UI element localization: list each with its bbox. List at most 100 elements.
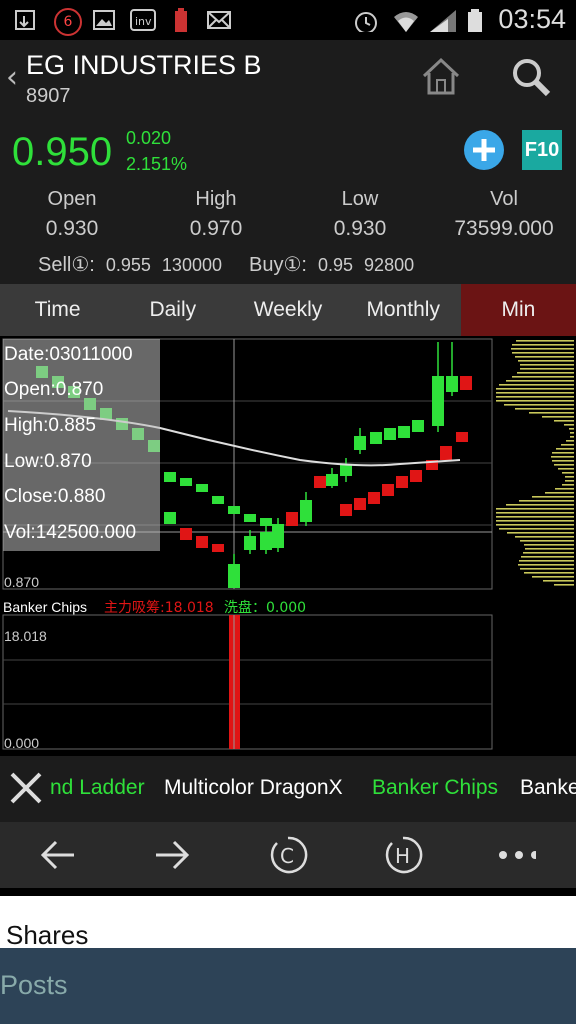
- volume-profile-bar: [570, 436, 574, 438]
- volume-profile-bar: [519, 560, 574, 562]
- volume-profile-bar: [561, 444, 574, 446]
- volume-profile-bar: [532, 576, 574, 578]
- back-icon[interactable]: ‹: [6, 60, 18, 95]
- volume-profile-bar: [499, 384, 574, 386]
- volume-profile-bar: [496, 396, 574, 398]
- indicator-item-ladder[interactable]: nd Ladder: [50, 776, 145, 800]
- chart-navigation: C H: [0, 822, 576, 888]
- app-header: ‹ EG INDUSTRIES B 8907: [0, 40, 576, 116]
- volume-profile-bar: [520, 364, 574, 366]
- search-icon[interactable]: [510, 56, 552, 98]
- volume-profile-bar: [496, 516, 574, 518]
- candle: [382, 484, 394, 496]
- candle: [212, 544, 224, 552]
- h-label: H: [395, 844, 410, 868]
- h-circle-icon[interactable]: H: [383, 835, 423, 875]
- indicator-max-label: 18.018: [4, 628, 47, 644]
- volume-profile-bar: [532, 496, 574, 498]
- volume-profile-bar: [524, 544, 574, 546]
- volume-profile-bar: [506, 380, 574, 382]
- sell-qty: 130000: [161, 255, 222, 275]
- candle: [180, 478, 192, 486]
- volume-profile-bar: [555, 488, 574, 490]
- candle: [456, 432, 468, 442]
- stat-value: 73599.000: [454, 217, 554, 240]
- candle: [340, 504, 352, 516]
- candle: [244, 536, 256, 550]
- candle: [432, 376, 444, 426]
- stat-open: Open 0.930: [0, 188, 144, 241]
- tooltip-close: Close:0.880: [4, 486, 105, 507]
- indicator-min-label: 0.000: [4, 735, 39, 751]
- battery-warning-icon: [175, 8, 187, 32]
- volume-profile-bar: [515, 536, 574, 538]
- candlestick-chart[interactable]: Date:03011000 Open:0.870 High:0.885 Low:…: [0, 336, 576, 756]
- candle: [260, 518, 272, 526]
- volume-profile-bar: [523, 552, 574, 554]
- volume-profile-bar: [524, 572, 574, 574]
- candle: [440, 446, 452, 460]
- indicator-item-banker[interactable]: Banke: [520, 776, 576, 800]
- candle: [260, 532, 272, 550]
- tab-daily[interactable]: Daily: [115, 284, 230, 336]
- candle: [460, 376, 472, 390]
- volume-profile-bar: [496, 400, 574, 402]
- arrow-right-icon[interactable]: [152, 835, 192, 875]
- volume-profile-bar: [529, 412, 574, 414]
- f10-button[interactable]: F10: [522, 130, 562, 170]
- price-change-percent: 2.151%: [126, 154, 188, 174]
- volume-profile-bar: [565, 476, 574, 478]
- buy-qty: 92800: [364, 255, 415, 275]
- volume-profile-bar: [556, 448, 574, 450]
- volume-profile-bar: [512, 344, 574, 346]
- tab-weekly[interactable]: Weekly: [230, 284, 345, 336]
- volume-profile-bar: [496, 508, 574, 510]
- stat-value: 0.930: [333, 217, 387, 240]
- chart-area[interactable]: Date:03011000 Open:0.870 High:0.885 Low:…: [0, 336, 576, 756]
- tab-monthly[interactable]: Monthly: [346, 284, 461, 336]
- volume-profile-bar: [496, 388, 574, 390]
- more-icon[interactable]: [496, 835, 536, 875]
- close-icon[interactable]: [8, 770, 44, 806]
- candle: [228, 506, 240, 514]
- battery-icon: [468, 9, 482, 32]
- investing-app-icon: inv: [130, 9, 156, 31]
- indicator-selector: nd Ladder Multicolor DragonX Banker Chip…: [0, 756, 576, 822]
- add-watchlist-button[interactable]: [464, 130, 504, 170]
- tab-time[interactable]: Time: [0, 284, 115, 336]
- stat-value: 0.970: [189, 217, 243, 240]
- volume-profile-bar: [496, 392, 574, 394]
- buy-label: Buy①:: [249, 254, 307, 276]
- volume-profile-bar: [564, 424, 574, 426]
- home-icon[interactable]: [420, 56, 462, 96]
- candle: [368, 492, 380, 504]
- shares-tab[interactable]: Shares: [0, 896, 576, 950]
- c-label: C: [280, 844, 294, 868]
- tooltip-date: Date:03011000: [4, 344, 133, 365]
- volume-profile-bar: [518, 564, 574, 566]
- indicator-item-banker-chips[interactable]: Banker Chips: [372, 776, 498, 800]
- c-circle-icon[interactable]: C: [268, 835, 308, 875]
- volume-profile-bar: [554, 420, 574, 422]
- stat-label: Vol: [490, 188, 518, 210]
- volume-profile-bar: [499, 528, 574, 530]
- volume-profile-bar: [506, 504, 574, 506]
- volume-profile-bar: [542, 416, 574, 418]
- candle: [286, 512, 298, 526]
- arrow-left-icon[interactable]: [38, 835, 78, 875]
- posts-tab[interactable]: Posts: [0, 948, 576, 1024]
- stat-label: Low: [341, 188, 379, 210]
- volume-profile-bar: [545, 492, 574, 494]
- volume-profile-bar: [511, 348, 574, 350]
- sell-price: 0.955: [105, 255, 151, 275]
- volume-profile-bar: [562, 472, 574, 474]
- tooltip-high: High:0.885: [4, 415, 96, 436]
- price-axis-min-label: 0.870: [4, 574, 39, 590]
- tab-min[interactable]: Min: [460, 284, 576, 336]
- period-tabs: Time Daily Weekly Monthly Min: [0, 284, 576, 336]
- indicator-item-multicolor-dragonx[interactable]: Multicolor DragonX: [164, 776, 343, 800]
- volume-profile-bar: [552, 460, 574, 462]
- volume-profile-bar: [570, 432, 574, 434]
- svg-text:inv: inv: [135, 15, 152, 28]
- stat-vol: Vol 73599.000: [432, 188, 576, 241]
